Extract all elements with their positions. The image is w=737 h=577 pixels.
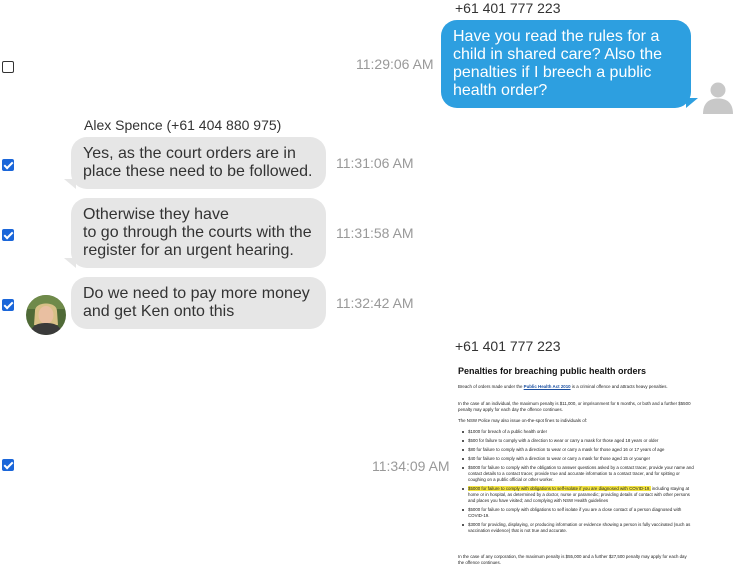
contact-avatar-photo (26, 295, 66, 335)
message-select-checkbox[interactable] (2, 61, 14, 73)
fine-item-highlighted: $5000 for failure to comply with obligat… (458, 486, 694, 504)
outgoing-message-bubble: Have you read the rules for a child in s… (441, 20, 691, 108)
incoming-message-bubble: Yes, as the court orders are in place th… (71, 137, 326, 189)
message-text: Have you read the rules for a (453, 28, 660, 45)
fine-item: $40 for failure to comply with a directi… (458, 456, 694, 462)
attachment-paragraph: In the case of any corporation, the maxi… (458, 554, 687, 565)
sender-name: +61 401 777 223 (455, 338, 561, 354)
public-health-act-link: Public Health Act 2010 (523, 384, 571, 389)
message-timestamp: 11:31:06 AM (336, 155, 414, 171)
message-select-checkbox[interactable] (2, 159, 14, 171)
attachment-paragraph: In the case of an individual, the maximu… (458, 401, 691, 412)
message-text: health order? (453, 82, 548, 99)
intro-text-end: is a criminal offence and attracts heavy… (570, 384, 668, 389)
attachment-image[interactable]: Penalties for breaching public health or… (450, 360, 700, 570)
message-text: child in shared care? Also the (453, 46, 663, 63)
message-text: to go through the courts with the (83, 224, 312, 241)
message-text: place these need to be followed. (83, 163, 313, 180)
fines-list: $1000 for breach of a public health orde… (458, 429, 694, 537)
message-select-checkbox[interactable] (2, 459, 14, 471)
message-timestamp: 11:32:42 AM (336, 295, 414, 311)
bubble-tail (686, 98, 698, 108)
message-text: Otherwise they have (83, 206, 229, 223)
sender-name: +61 401 777 223 (455, 0, 561, 16)
fine-item: $1000 for breach of a public health orde… (458, 429, 694, 435)
message-select-checkbox[interactable] (2, 229, 14, 241)
attachment-intro: Breach of orders made under the Public H… (458, 384, 694, 390)
fine-item: $3000 for providing, displaying, or prod… (458, 522, 694, 534)
incoming-message-bubble: Otherwise they have to go through the co… (71, 198, 326, 268)
message-timestamp: 11:31:58 AM (336, 225, 414, 241)
default-avatar-icon (700, 78, 736, 114)
incoming-message-bubble: Do we need to pay more money and get Ken… (71, 277, 326, 329)
fine-item: $500 for failure to comply with a direct… (458, 438, 694, 444)
message-text: Yes, as the court orders are in (83, 145, 296, 162)
fine-item: $5000 for failure to comply with obligat… (458, 507, 694, 519)
bubble-tail (64, 179, 76, 189)
bubble-tail (64, 258, 76, 268)
intro-text: Breach of orders made under the (458, 384, 524, 389)
message-text: register for an urgent hearing. (83, 242, 294, 259)
message-timestamp: 11:29:06 AM (356, 56, 434, 72)
highlighted-text: $5000 for failure to comply with obligat… (468, 486, 651, 491)
fine-item: $5000 for failure to comply with the obl… (458, 465, 694, 483)
message-text: penalties if I breech a public (453, 64, 652, 81)
message-timestamp: 11:34:09 AM (372, 458, 450, 474)
message-text: Do we need to pay more money (83, 285, 310, 302)
message-select-checkbox[interactable] (2, 299, 14, 311)
sender-name: Alex Spence (+61 404 880 975) (84, 117, 282, 133)
attachment-paragraph: The NSW Police may also issue on-the-spo… (458, 418, 588, 423)
attachment-title: Penalties for breaching public health or… (458, 366, 647, 376)
message-text: and get Ken onto this (83, 303, 235, 320)
fine-item: $80 for failure to comply with a directi… (458, 447, 694, 453)
